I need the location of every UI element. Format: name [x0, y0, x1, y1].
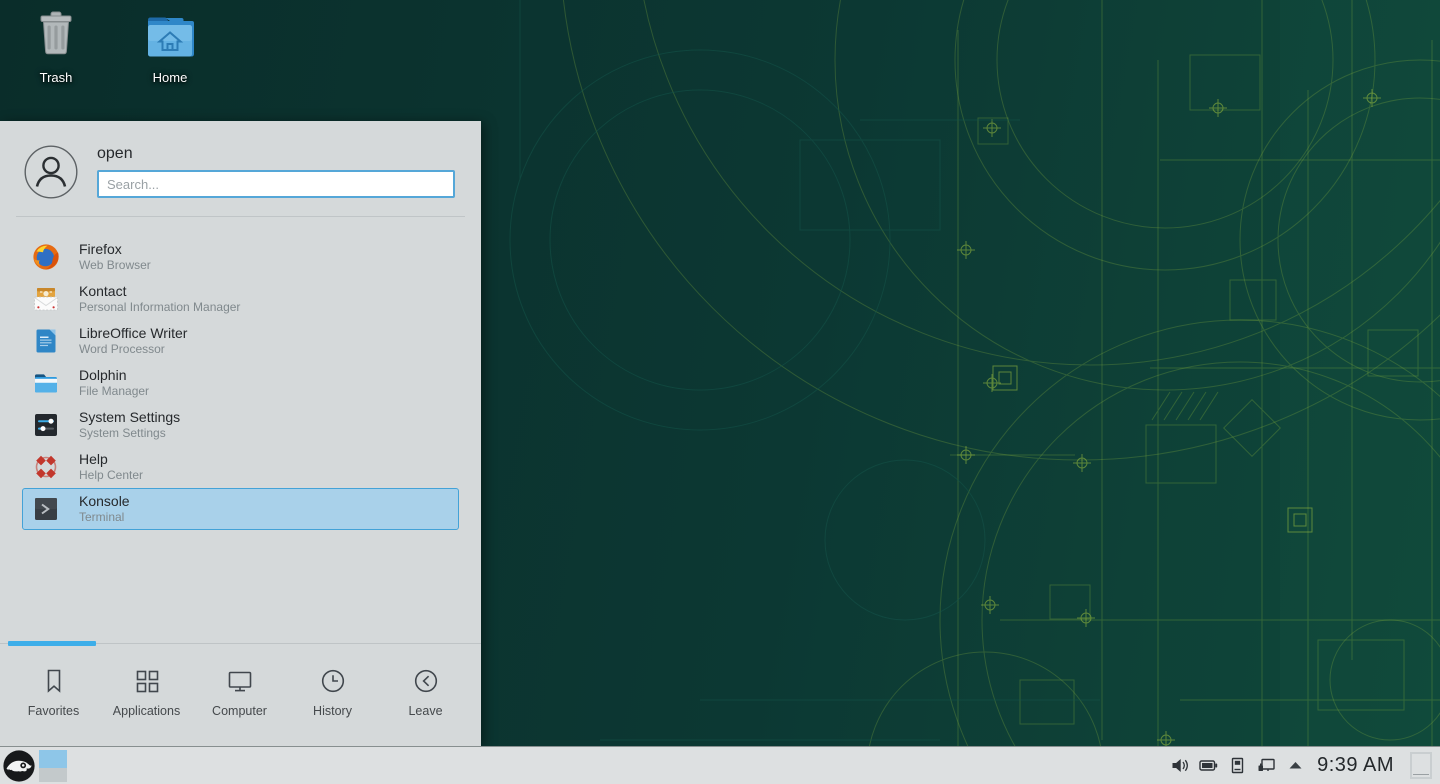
system-tray	[1170, 756, 1305, 775]
kontact-icon	[32, 285, 60, 313]
bookmark-icon	[39, 666, 69, 696]
applications-grid-icon	[132, 666, 162, 696]
tab-label: Favorites	[28, 704, 79, 718]
menu-empty-space	[0, 530, 481, 643]
dolphin-icon	[32, 369, 60, 397]
user-avatar-icon[interactable]	[24, 145, 78, 199]
tab-leave[interactable]: Leave	[379, 666, 472, 718]
tab-applications[interactable]: Applications	[100, 666, 193, 718]
favorites-app-list: Firefox Web Browser Kontact	[22, 236, 459, 530]
app-description: Personal Information Manager	[79, 301, 240, 315]
launcher-header: open	[0, 121, 481, 199]
application-launcher-menu: open Firefox Web Browser	[0, 121, 481, 746]
launcher-tab-bar: Favorites Applications	[0, 643, 481, 746]
battery-icon[interactable]	[1199, 756, 1218, 775]
app-name: LibreOffice Writer	[79, 325, 187, 341]
app-item-dolphin[interactable]: Dolphin File Manager	[22, 362, 459, 404]
app-description: Word Processor	[79, 343, 187, 357]
tab-label: Applications	[113, 704, 180, 718]
search-input[interactable]	[97, 170, 455, 198]
active-tab-indicator	[8, 641, 96, 646]
desktop-icon-label: Trash	[40, 70, 73, 85]
leave-circle-icon	[411, 666, 441, 696]
app-item-firefox[interactable]: Firefox Web Browser	[22, 236, 459, 278]
app-description: File Manager	[79, 385, 149, 399]
desktop: Trash Home open	[0, 0, 1440, 784]
virtual-desktop-pager[interactable]	[39, 750, 67, 782]
app-description: Web Browser	[79, 259, 151, 273]
desktop-icon-label: Home	[153, 70, 188, 85]
app-description: Help Center	[79, 469, 143, 483]
desktop-icon-area: Trash Home	[10, 8, 216, 85]
display-settings-icon[interactable]	[1257, 756, 1276, 775]
app-name: Kontact	[79, 283, 240, 299]
app-item-system-settings[interactable]: System Settings System Settings	[22, 404, 459, 446]
app-item-konsole[interactable]: Konsole Terminal	[22, 488, 459, 530]
computer-monitor-icon	[225, 666, 255, 696]
pager-active-desktop[interactable]	[39, 750, 67, 768]
tab-label: Leave	[408, 704, 442, 718]
system-settings-icon	[32, 411, 60, 439]
tab-computer[interactable]: Computer	[193, 666, 286, 718]
desktop-icon-home[interactable]: Home	[124, 8, 216, 85]
tab-history[interactable]: History	[286, 666, 379, 718]
pager-inactive-desktop[interactable]	[39, 768, 67, 782]
app-name: Konsole	[79, 493, 130, 509]
history-clock-icon	[318, 666, 348, 696]
app-description: System Settings	[79, 427, 180, 441]
desktop-icon-trash[interactable]: Trash	[10, 8, 102, 85]
device-notifier-icon[interactable]	[1228, 756, 1247, 775]
taskbar-panel: 9:39 AM	[0, 746, 1440, 784]
volume-icon[interactable]	[1170, 756, 1189, 775]
app-name: Help	[79, 451, 143, 467]
tab-favorites[interactable]: Favorites	[7, 666, 100, 718]
app-item-libreoffice-writer[interactable]: LibreOffice Writer Word Processor	[22, 320, 459, 362]
app-item-help[interactable]: Help Help Center	[22, 446, 459, 488]
app-name: System Settings	[79, 409, 180, 425]
header-divider	[16, 216, 465, 217]
username-label: open	[97, 145, 455, 163]
tab-label: History	[313, 704, 352, 718]
app-name: Firefox	[79, 241, 151, 257]
opensuse-launcher-icon[interactable]	[2, 749, 36, 783]
app-item-kontact[interactable]: Kontact Personal Information Manager	[22, 278, 459, 320]
firefox-icon	[32, 243, 60, 271]
help-icon	[32, 453, 60, 481]
show-desktop-icon[interactable]	[1410, 752, 1432, 779]
home-folder-icon	[142, 8, 198, 64]
tab-label: Computer	[212, 704, 267, 718]
expand-tray-arrow-icon[interactable]	[1286, 756, 1305, 775]
konsole-icon	[32, 495, 60, 523]
libreoffice-writer-icon	[32, 327, 60, 355]
app-description: Terminal	[79, 511, 130, 525]
digital-clock[interactable]: 9:39 AM	[1317, 754, 1394, 777]
trash-icon	[28, 8, 84, 64]
app-name: Dolphin	[79, 367, 149, 383]
